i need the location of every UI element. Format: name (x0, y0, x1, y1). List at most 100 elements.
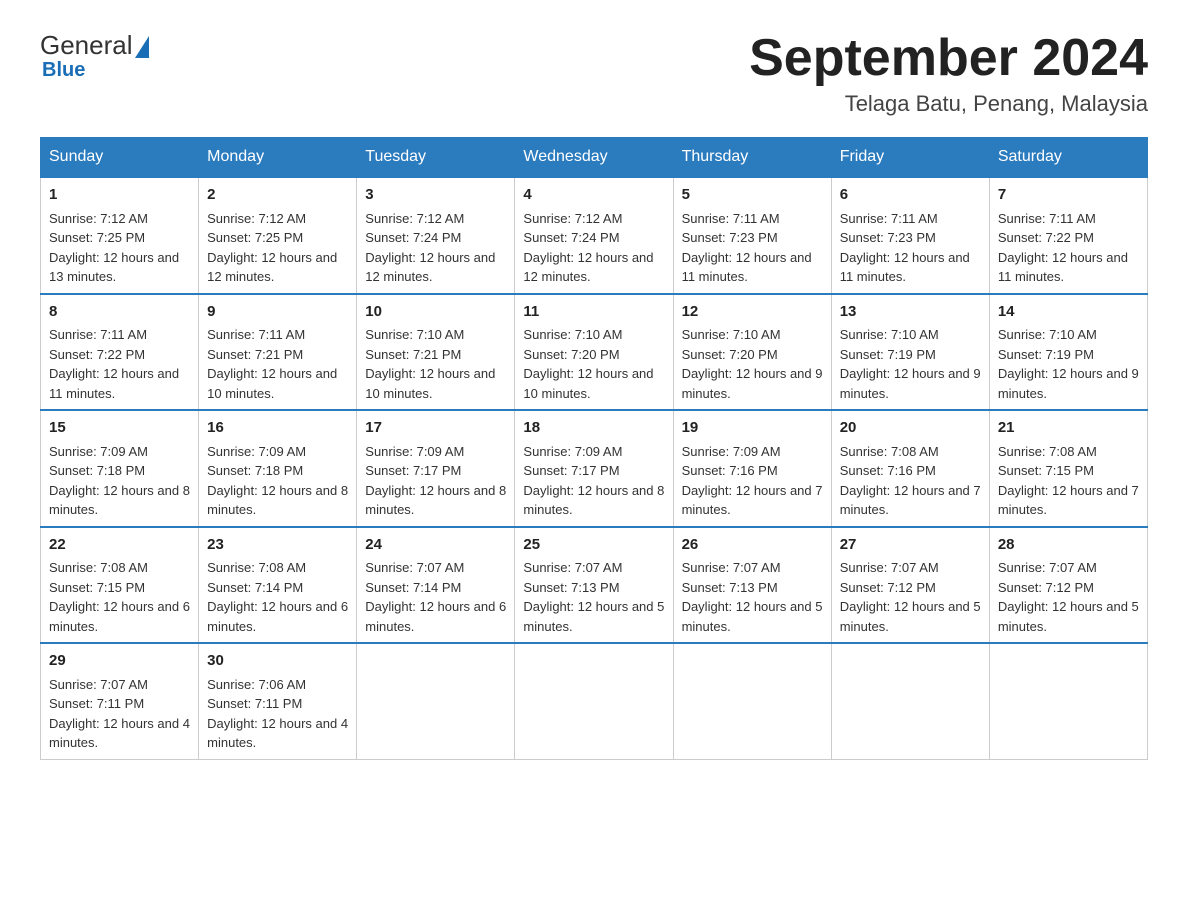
calendar-day-cell: 26Sunrise: 7:07 AMSunset: 7:13 PMDayligh… (673, 527, 831, 644)
day-number: 7 (998, 184, 1139, 207)
calendar-day-header: Monday (199, 138, 357, 178)
day-info: Sunrise: 7:09 AMSunset: 7:18 PMDaylight:… (207, 442, 348, 520)
calendar-day-cell (831, 643, 989, 759)
calendar-week-row: 1Sunrise: 7:12 AMSunset: 7:25 PMDaylight… (41, 177, 1148, 294)
page-header: General Blue September 2024 Telaga Batu,… (40, 30, 1148, 117)
calendar-day-cell: 13Sunrise: 7:10 AMSunset: 7:19 PMDayligh… (831, 294, 989, 411)
day-number: 14 (998, 301, 1139, 324)
day-info: Sunrise: 7:08 AMSunset: 7:15 PMDaylight:… (998, 442, 1139, 520)
calendar-day-cell (673, 643, 831, 759)
calendar-day-header: Tuesday (357, 138, 515, 178)
day-info: Sunrise: 7:06 AMSunset: 7:11 PMDaylight:… (207, 675, 348, 753)
calendar-day-header: Thursday (673, 138, 831, 178)
calendar-day-header: Sunday (41, 138, 199, 178)
calendar-day-cell (357, 643, 515, 759)
calendar-day-cell: 12Sunrise: 7:10 AMSunset: 7:20 PMDayligh… (673, 294, 831, 411)
day-number: 13 (840, 301, 981, 324)
calendar-day-cell: 25Sunrise: 7:07 AMSunset: 7:13 PMDayligh… (515, 527, 673, 644)
day-number: 25 (523, 534, 664, 557)
calendar-day-cell: 20Sunrise: 7:08 AMSunset: 7:16 PMDayligh… (831, 410, 989, 527)
day-info: Sunrise: 7:11 AMSunset: 7:21 PMDaylight:… (207, 325, 348, 403)
calendar-day-cell: 22Sunrise: 7:08 AMSunset: 7:15 PMDayligh… (41, 527, 199, 644)
day-info: Sunrise: 7:11 AMSunset: 7:23 PMDaylight:… (840, 209, 981, 287)
location-title: Telaga Batu, Penang, Malaysia (749, 91, 1148, 117)
calendar-day-header: Friday (831, 138, 989, 178)
day-info: Sunrise: 7:11 AMSunset: 7:22 PMDaylight:… (49, 325, 190, 403)
calendar-week-row: 29Sunrise: 7:07 AMSunset: 7:11 PMDayligh… (41, 643, 1148, 759)
calendar-day-cell: 19Sunrise: 7:09 AMSunset: 7:16 PMDayligh… (673, 410, 831, 527)
day-info: Sunrise: 7:12 AMSunset: 7:25 PMDaylight:… (49, 209, 190, 287)
day-info: Sunrise: 7:12 AMSunset: 7:25 PMDaylight:… (207, 209, 348, 287)
calendar-day-cell: 2Sunrise: 7:12 AMSunset: 7:25 PMDaylight… (199, 177, 357, 294)
logo-blue-text: Blue (42, 59, 85, 82)
day-info: Sunrise: 7:07 AMSunset: 7:13 PMDaylight:… (523, 558, 664, 636)
calendar-day-cell: 18Sunrise: 7:09 AMSunset: 7:17 PMDayligh… (515, 410, 673, 527)
day-number: 1 (49, 184, 190, 207)
day-number: 6 (840, 184, 981, 207)
calendar-day-cell: 10Sunrise: 7:10 AMSunset: 7:21 PMDayligh… (357, 294, 515, 411)
calendar-day-cell (989, 643, 1147, 759)
day-number: 2 (207, 184, 348, 207)
day-info: Sunrise: 7:07 AMSunset: 7:13 PMDaylight:… (682, 558, 823, 636)
logo: General Blue (40, 30, 149, 82)
calendar-day-cell: 16Sunrise: 7:09 AMSunset: 7:18 PMDayligh… (199, 410, 357, 527)
day-number: 28 (998, 534, 1139, 557)
day-info: Sunrise: 7:08 AMSunset: 7:14 PMDaylight:… (207, 558, 348, 636)
calendar-header-row: SundayMondayTuesdayWednesdayThursdayFrid… (41, 138, 1148, 178)
calendar-day-cell: 9Sunrise: 7:11 AMSunset: 7:21 PMDaylight… (199, 294, 357, 411)
day-info: Sunrise: 7:10 AMSunset: 7:19 PMDaylight:… (998, 325, 1139, 403)
day-number: 11 (523, 301, 664, 324)
calendar-day-cell: 4Sunrise: 7:12 AMSunset: 7:24 PMDaylight… (515, 177, 673, 294)
calendar-day-cell: 8Sunrise: 7:11 AMSunset: 7:22 PMDaylight… (41, 294, 199, 411)
calendar-day-cell: 15Sunrise: 7:09 AMSunset: 7:18 PMDayligh… (41, 410, 199, 527)
day-number: 18 (523, 417, 664, 440)
calendar-day-cell: 11Sunrise: 7:10 AMSunset: 7:20 PMDayligh… (515, 294, 673, 411)
calendar-day-cell: 29Sunrise: 7:07 AMSunset: 7:11 PMDayligh… (41, 643, 199, 759)
day-info: Sunrise: 7:12 AMSunset: 7:24 PMDaylight:… (523, 209, 664, 287)
day-number: 20 (840, 417, 981, 440)
logo-triangle-icon (135, 36, 149, 58)
day-info: Sunrise: 7:09 AMSunset: 7:18 PMDaylight:… (49, 442, 190, 520)
day-info: Sunrise: 7:10 AMSunset: 7:20 PMDaylight:… (523, 325, 664, 403)
calendar-day-cell: 1Sunrise: 7:12 AMSunset: 7:25 PMDaylight… (41, 177, 199, 294)
calendar-table: SundayMondayTuesdayWednesdayThursdayFrid… (40, 137, 1148, 760)
day-info: Sunrise: 7:07 AMSunset: 7:12 PMDaylight:… (840, 558, 981, 636)
day-number: 4 (523, 184, 664, 207)
calendar-week-row: 15Sunrise: 7:09 AMSunset: 7:18 PMDayligh… (41, 410, 1148, 527)
day-info: Sunrise: 7:09 AMSunset: 7:17 PMDaylight:… (523, 442, 664, 520)
day-number: 26 (682, 534, 823, 557)
day-number: 22 (49, 534, 190, 557)
day-number: 24 (365, 534, 506, 557)
calendar-day-cell: 5Sunrise: 7:11 AMSunset: 7:23 PMDaylight… (673, 177, 831, 294)
day-info: Sunrise: 7:07 AMSunset: 7:11 PMDaylight:… (49, 675, 190, 753)
day-number: 23 (207, 534, 348, 557)
day-number: 5 (682, 184, 823, 207)
day-info: Sunrise: 7:08 AMSunset: 7:16 PMDaylight:… (840, 442, 981, 520)
day-number: 15 (49, 417, 190, 440)
calendar-day-cell: 28Sunrise: 7:07 AMSunset: 7:12 PMDayligh… (989, 527, 1147, 644)
day-info: Sunrise: 7:07 AMSunset: 7:12 PMDaylight:… (998, 558, 1139, 636)
day-number: 9 (207, 301, 348, 324)
calendar-day-header: Saturday (989, 138, 1147, 178)
calendar-day-cell: 30Sunrise: 7:06 AMSunset: 7:11 PMDayligh… (199, 643, 357, 759)
day-number: 3 (365, 184, 506, 207)
calendar-day-cell: 3Sunrise: 7:12 AMSunset: 7:24 PMDaylight… (357, 177, 515, 294)
day-number: 19 (682, 417, 823, 440)
day-number: 29 (49, 650, 190, 673)
title-section: September 2024 Telaga Batu, Penang, Mala… (749, 30, 1148, 117)
day-number: 10 (365, 301, 506, 324)
day-info: Sunrise: 7:10 AMSunset: 7:21 PMDaylight:… (365, 325, 506, 403)
day-info: Sunrise: 7:07 AMSunset: 7:14 PMDaylight:… (365, 558, 506, 636)
logo-general-text: General (40, 30, 133, 61)
day-number: 17 (365, 417, 506, 440)
calendar-day-cell (515, 643, 673, 759)
month-title: September 2024 (749, 30, 1148, 87)
calendar-day-cell: 24Sunrise: 7:07 AMSunset: 7:14 PMDayligh… (357, 527, 515, 644)
day-number: 21 (998, 417, 1139, 440)
day-number: 30 (207, 650, 348, 673)
day-number: 8 (49, 301, 190, 324)
day-info: Sunrise: 7:10 AMSunset: 7:19 PMDaylight:… (840, 325, 981, 403)
day-number: 12 (682, 301, 823, 324)
calendar-day-cell: 6Sunrise: 7:11 AMSunset: 7:23 PMDaylight… (831, 177, 989, 294)
day-number: 27 (840, 534, 981, 557)
